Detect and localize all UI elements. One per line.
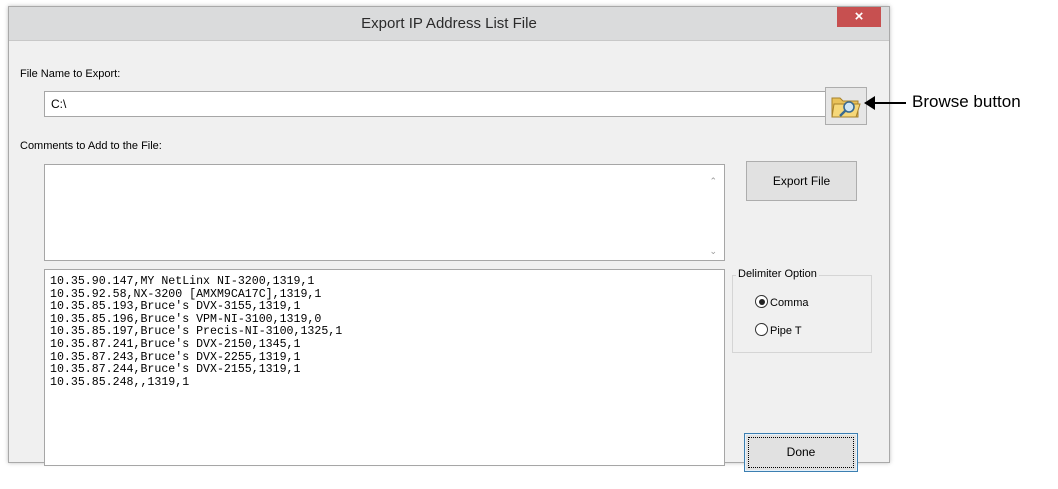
comments-label: Comments to Add to the File: [20, 140, 162, 152]
pipe-radio[interactable]: Pipe T [755, 323, 802, 337]
pipe-label: Pipe T [770, 325, 802, 337]
focus-rectangle [748, 437, 854, 468]
radio-selected-icon [755, 295, 768, 308]
browse-button[interactable] [825, 87, 867, 125]
scroll-down-icon[interactable]: ⌄ [709, 246, 717, 257]
list-item: 10.35.85.193,Bruce's DVX-3155,1319,1 [50, 300, 301, 314]
close-icon: × [854, 8, 864, 25]
list-item: 10.35.90.147,MY NetLinx NI-3200,1319,1 [50, 275, 315, 288]
close-button[interactable]: × [837, 7, 881, 27]
ip-address-list[interactable]: 10.35.90.147,MY NetLinx NI-3200,1319,1 1… [44, 269, 725, 466]
export-file-button[interactable]: Export File [746, 161, 857, 201]
delimiter-option-group: Delimiter Option Comma Pipe T [732, 268, 872, 353]
export-file-label: Export File [772, 174, 831, 188]
export-ip-dialog: Export IP Address List File × File Name … [8, 6, 890, 472]
comments-textarea[interactable]: ⌃ ⌄ [44, 164, 725, 261]
dialog-title: Export IP Address List File [361, 15, 537, 32]
radio-unselected-icon [755, 323, 768, 336]
file-name-label: File Name to Export: [20, 68, 121, 80]
comma-radio[interactable]: Comma [755, 295, 809, 309]
callout-line [872, 102, 906, 104]
list-item: 10.35.87.244,Bruce's DVX-2155,1319,1 [50, 363, 301, 377]
file-name-input[interactable]: C:\ [44, 91, 839, 117]
title-bar[interactable]: Export IP Address List File × [9, 7, 889, 41]
browse-button-callout: Browse button [912, 92, 1021, 111]
delimiter-option-legend: Delimiter Option [736, 268, 819, 280]
list-item: 10.35.85.248,,1319,1 [50, 375, 190, 389]
done-button[interactable]: Done [744, 433, 858, 472]
list-item: 10.35.87.241,Bruce's DVX-2150,1345,1 [50, 337, 301, 351]
file-name-value: C:\ [51, 97, 67, 111]
scroll-up-icon[interactable]: ⌃ [709, 176, 717, 187]
folder-search-icon [831, 97, 861, 118]
comma-label: Comma [770, 297, 809, 309]
